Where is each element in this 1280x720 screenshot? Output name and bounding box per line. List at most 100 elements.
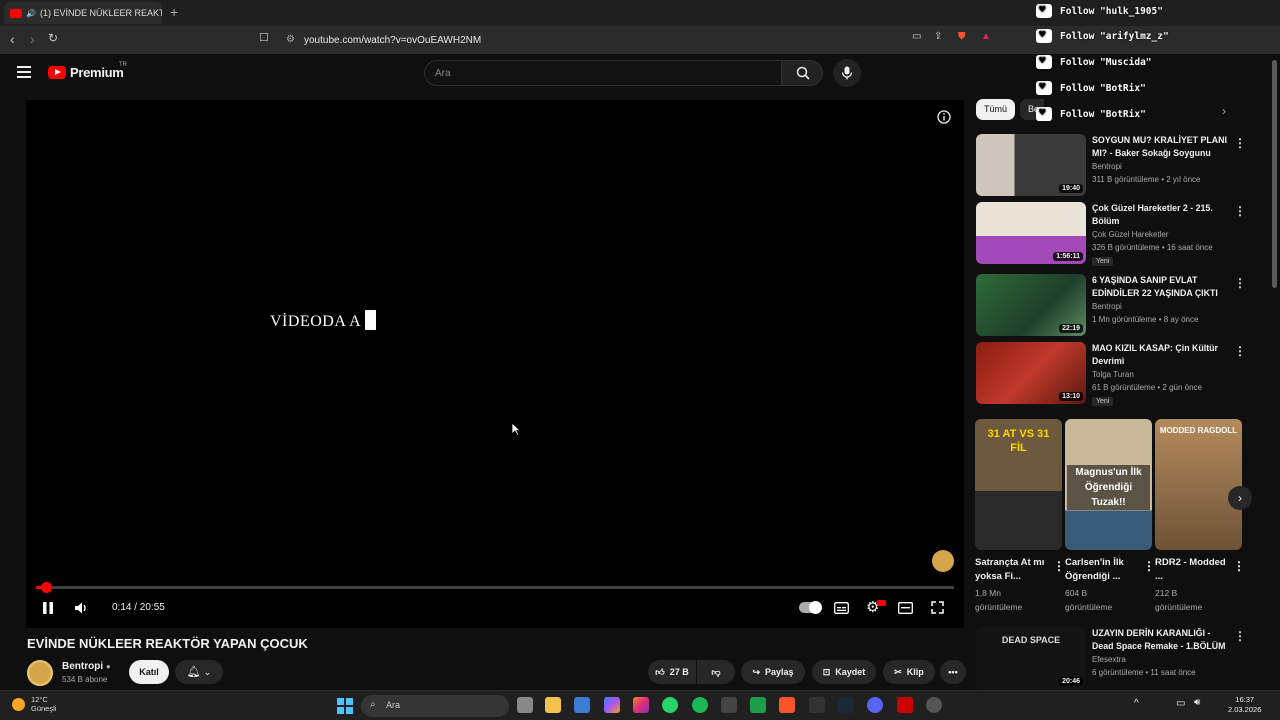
short-menu-icon[interactable]: ⋮: [1143, 559, 1155, 573]
miniplayer-icon[interactable]: [898, 602, 913, 614]
short-thumbnail[interactable]: Magnus'un İlk Öğrendiği Tuzak!!: [1065, 419, 1152, 550]
rec-title[interactable]: Çok Güzel Hareketler 2 - 215. Bölüm: [1092, 202, 1232, 228]
rec-title[interactable]: SOYGUN MU? KRALİYET PLANI MI? - Baker So…: [1092, 134, 1232, 160]
rec-title[interactable]: MAO KIZIL KASAP: Çin Kültür Devrimi: [1092, 342, 1232, 368]
recommendation-item[interactable]: 1:56:11 Çok Güzel Hareketler 2 - 215. Bö…: [976, 202, 1276, 266]
spotify-icon[interactable]: [692, 697, 708, 713]
channel-watermark-icon[interactable]: [932, 550, 954, 572]
clip-button[interactable]: ✂ Klip: [883, 660, 935, 684]
whatsapp-icon[interactable]: [662, 697, 678, 713]
voice-search-button[interactable]: [833, 59, 861, 87]
search-button[interactable]: [781, 60, 823, 86]
taskbar-search[interactable]: ⌕ Ara: [361, 695, 509, 717]
rec-channel[interactable]: Tolga Turan: [1092, 370, 1134, 379]
rec-menu-icon[interactable]: ⋮: [1234, 276, 1246, 290]
pause-icon[interactable]: [42, 602, 54, 614]
volume-tray-icon[interactable]: 🔊︎: [1194, 697, 1200, 708]
store-icon[interactable]: [574, 697, 590, 713]
copilot-icon[interactable]: [604, 697, 620, 713]
info-icon[interactable]: [937, 110, 951, 124]
browser-tab[interactable]: 🔊 (1) EVİNDE NÜKLEER REAKTÖ ✕: [4, 2, 162, 24]
brave-browser-icon[interactable]: [779, 697, 795, 713]
forward-icon[interactable]: ›: [30, 31, 35, 47]
short-title[interactable]: RDR2 - Modded ...: [1155, 556, 1227, 584]
rec-menu-icon[interactable]: ⋮: [1234, 629, 1246, 643]
play-app-icon[interactable]: [750, 697, 766, 713]
recommendation-item[interactable]: DEAD SPACE 20:46 UZAYIN DERİN KARANLIĞI …: [976, 627, 1276, 689]
autoplay-toggle[interactable]: [799, 601, 822, 614]
app-icon[interactable]: [926, 697, 942, 713]
steam-icon[interactable]: [838, 697, 854, 713]
rec-channel[interactable]: Bentropi: [1092, 162, 1122, 171]
system-clock[interactable]: 16:37 2.03.2026: [1228, 695, 1261, 715]
recommendation-item[interactable]: 19:40 SOYGUN MU? KRALİYET PLANI MI? - Ba…: [976, 134, 1276, 196]
join-button[interactable]: Katıl: [129, 660, 169, 684]
back-icon[interactable]: ‹: [10, 31, 15, 47]
weather-widget[interactable]: 12°C Güneşli: [12, 695, 56, 713]
red-app-icon[interactable]: [897, 697, 913, 713]
task-view-icon[interactable]: [517, 697, 533, 713]
short-title[interactable]: Satrançta At mı yoksa Fi...: [975, 556, 1047, 584]
rec-title[interactable]: 6 YAŞINDA SANIP EVLAT EDİNDİLER 22 YAŞIN…: [1092, 274, 1232, 300]
dislike-button[interactable]: 👎︎: [697, 660, 735, 684]
share-page-icon[interactable]: ⇪: [934, 31, 942, 42]
more-actions-button[interactable]: •••: [940, 660, 966, 684]
rec-channel[interactable]: Bentropi: [1092, 302, 1122, 311]
rec-thumbnail[interactable]: 22:19: [976, 274, 1086, 336]
volume-icon[interactable]: [75, 602, 89, 614]
rec-thumbnail[interactable]: 13:10: [976, 342, 1086, 404]
instagram-icon[interactable]: [633, 697, 649, 713]
short-menu-icon[interactable]: ⋮: [1053, 559, 1065, 573]
page-scrollbar[interactable]: [1272, 60, 1277, 288]
chip-second[interactable]: Be: [1020, 99, 1044, 120]
short-item[interactable]: 31 AT VS 31 FİL Satrançta At mı yoksa Fi…: [975, 419, 1065, 614]
short-item[interactable]: Magnus'un İlk Öğrendiği Tuzak!! Carlsen'…: [1065, 419, 1155, 614]
start-button[interactable]: [337, 698, 353, 714]
site-info-icon[interactable]: ⚙: [286, 34, 295, 45]
subtitles-icon[interactable]: [834, 602, 849, 614]
channel-avatar[interactable]: [27, 660, 53, 686]
network-icon[interactable]: ▭: [1176, 698, 1185, 709]
brave-shield-icon[interactable]: ⛊: [958, 31, 966, 42]
share-button[interactable]: ↪ Paylaş: [741, 660, 805, 684]
reload-icon[interactable]: ↻: [48, 31, 58, 45]
new-tab-icon[interactable]: +: [170, 4, 178, 20]
tray-chevron-icon[interactable]: ^: [1134, 698, 1139, 709]
youtube-logo[interactable]: Premium TR: [48, 62, 127, 80]
recommendation-item[interactable]: 13:10 MAO KIZIL KASAP: Çin Kültür Devrim…: [976, 342, 1276, 406]
chip-all[interactable]: Tümü: [976, 99, 1015, 120]
cast-icon[interactable]: ▭: [912, 31, 921, 42]
fullscreen-icon[interactable]: [931, 601, 944, 614]
address-bar[interactable]: ⚙ youtube.com/watch?v=ovOuEAWH2NM: [280, 29, 880, 51]
recommendation-item[interactable]: 22:19 6 YAŞINDA SANIP EVLAT EDİNDİLER 22…: [976, 274, 1276, 336]
epic-games-icon[interactable]: [809, 697, 825, 713]
rewards-icon[interactable]: ▲: [981, 31, 991, 42]
channel-name[interactable]: Bentropi ●: [62, 661, 111, 672]
short-title[interactable]: Carlsen'in İlk Öğrendiği ...: [1065, 556, 1137, 584]
rec-thumbnail[interactable]: 19:40: [976, 134, 1086, 196]
shorts-next-icon[interactable]: ›: [1228, 486, 1252, 510]
rec-thumbnail[interactable]: 1:56:11: [976, 202, 1086, 264]
short-thumbnail[interactable]: MODDED RAGDOLL: [1155, 419, 1242, 550]
seek-bar[interactable]: [36, 582, 954, 593]
file-explorer-icon[interactable]: [545, 697, 561, 713]
discord-icon[interactable]: [867, 697, 883, 713]
chips-next-icon[interactable]: ›: [1222, 104, 1226, 118]
bookmark-icon[interactable]: ☐: [259, 31, 269, 44]
like-button[interactable]: 👍︎ 27 B: [648, 660, 696, 684]
search-input[interactable]: Ara: [424, 60, 782, 86]
video-player[interactable]: [26, 100, 964, 628]
rec-menu-icon[interactable]: ⋮: [1234, 204, 1246, 218]
rec-title[interactable]: UZAYIN DERİN KARANLIĞI - Dead Space Rema…: [1092, 627, 1232, 653]
rec-thumbnail[interactable]: DEAD SPACE 20:46: [976, 627, 1086, 689]
app-icon[interactable]: [721, 697, 737, 713]
rec-menu-icon[interactable]: ⋮: [1234, 136, 1246, 150]
short-menu-icon[interactable]: ⋮: [1233, 559, 1245, 573]
short-item[interactable]: MODDED RAGDOLL RDR2 - Modded ... 212 B gö…: [1155, 419, 1245, 614]
save-button[interactable]: ⊡ Kaydet: [812, 660, 876, 684]
rec-menu-icon[interactable]: ⋮: [1234, 344, 1246, 358]
rec-channel[interactable]: Efesextra: [1092, 655, 1126, 664]
subscription-bell-button[interactable]: 🔔︎ ⌄: [175, 660, 223, 684]
menu-icon[interactable]: [17, 66, 31, 78]
rec-channel[interactable]: Çok Güzel Hareketler: [1092, 230, 1168, 239]
